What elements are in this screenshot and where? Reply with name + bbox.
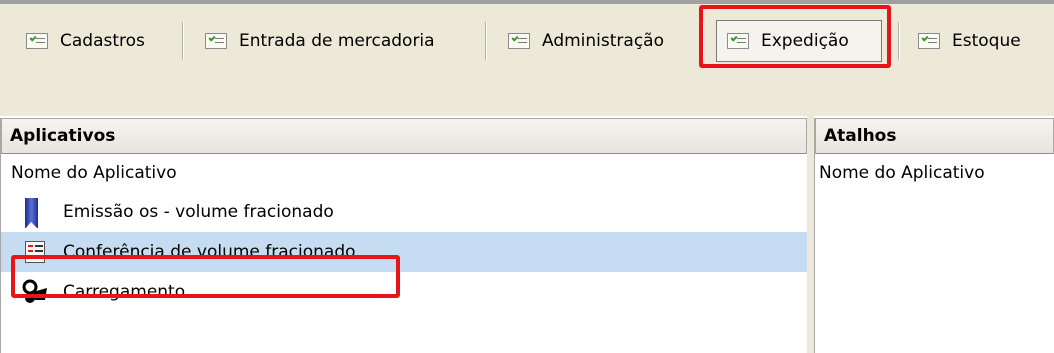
toolbar-separator <box>898 22 900 60</box>
toolbar-separator <box>182 22 184 60</box>
list-item-label: Conferência de volume fracionado <box>63 242 356 262</box>
tab-label: Cadastros <box>60 31 145 51</box>
tab-entrada-de-mercadoria[interactable]: Entrada de mercadoria <box>205 20 435 62</box>
list-item-emissao-os[interactable]: Emissão os - volume fracionado <box>1 192 807 232</box>
checklist-icon <box>26 33 48 49</box>
aplicativos-column-header[interactable]: Nome do Aplicativo <box>1 154 807 192</box>
list-item-label: Carregamento <box>63 282 186 302</box>
checklist-icon <box>25 241 45 263</box>
panel-splitter[interactable] <box>807 116 814 353</box>
toolbar-separator <box>485 22 487 60</box>
tab-label: Administração <box>542 31 664 51</box>
atalhos-panel: Atalhos Nome do Aplicativo <box>814 118 1054 353</box>
tab-estoque[interactable]: Estoque <box>918 20 1021 62</box>
tab-cadastros[interactable]: Cadastros <box>26 20 145 62</box>
atalhos-panel-title: Atalhos <box>815 118 1054 154</box>
checklist-icon <box>918 33 940 49</box>
tab-label: Estoque <box>952 31 1021 51</box>
list-item-conferencia-volume[interactable]: Conferência de volume fracionado <box>1 232 807 272</box>
tab-expedicao[interactable]: Expedição <box>716 20 882 62</box>
tab-label: Entrada de mercadoria <box>239 31 435 51</box>
tab-label: Expedição <box>761 31 849 51</box>
checklist-icon <box>205 33 227 49</box>
aplicativos-panel: Aplicativos Nome do Aplicativo Emissão o… <box>0 118 807 353</box>
tab-administracao[interactable]: Administração <box>508 20 664 62</box>
checklist-icon <box>727 33 749 49</box>
aplicativos-panel-title: Aplicativos <box>1 118 807 154</box>
list-item-carregamento[interactable]: Carregamento <box>1 272 807 312</box>
bookmark-icon <box>25 198 38 229</box>
toolbar-separator <box>702 22 704 60</box>
truck-icon <box>22 279 47 303</box>
checklist-icon <box>508 33 530 49</box>
atalhos-column-header[interactable]: Nome do Aplicativo <box>815 154 1054 192</box>
list-item-label: Emissão os - volume fracionado <box>63 202 334 222</box>
module-toolbar: Cadastros Entrada de mercadoria Administ… <box>0 4 1054 116</box>
